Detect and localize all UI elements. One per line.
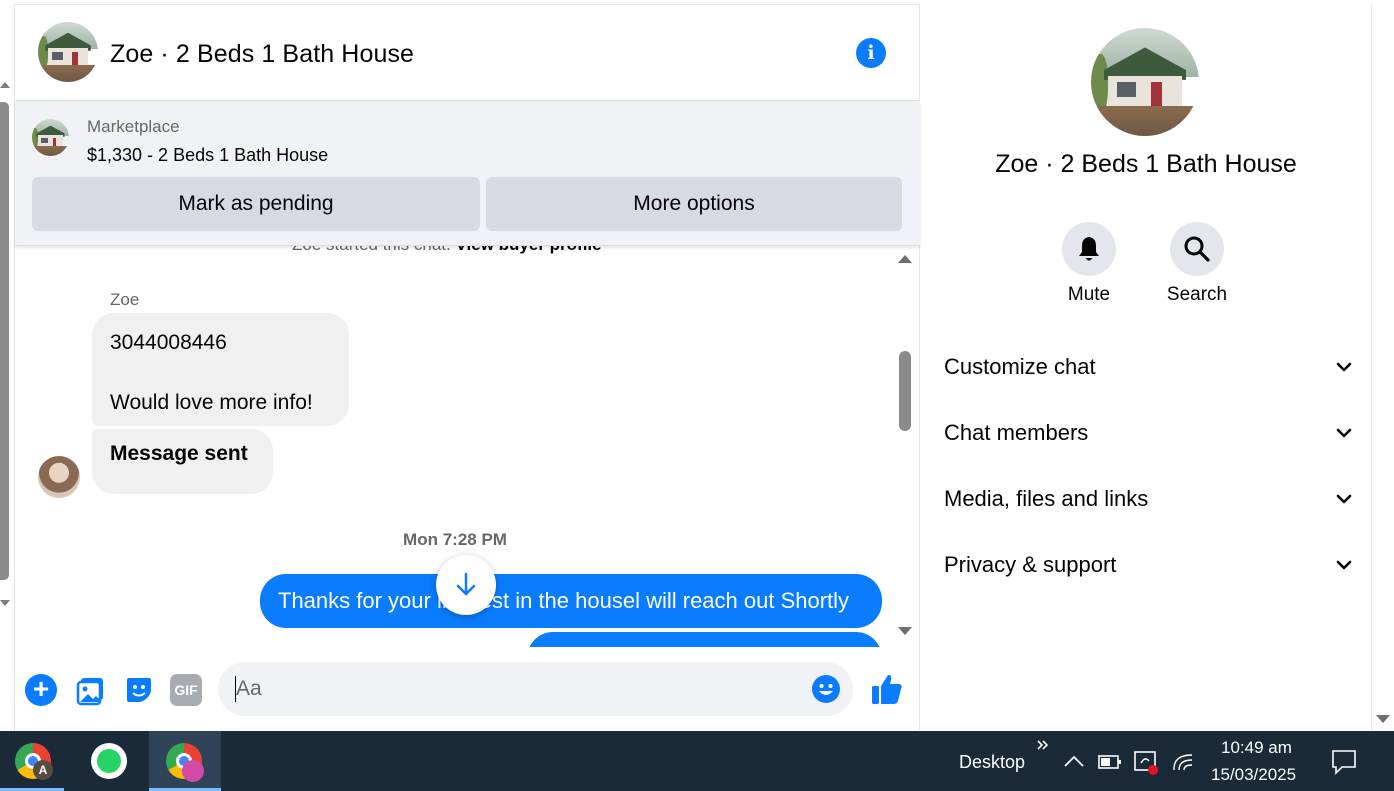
sender-avatar[interactable] <box>38 456 80 498</box>
scroll-down-arrow[interactable] <box>0 600 10 606</box>
section-label: Privacy & support <box>944 552 1117 577</box>
display-icon[interactable] <box>1133 750 1161 776</box>
chat-header: Zoe · 2 Beds 1 Bath House i <box>15 5 920 101</box>
marketplace-label: Marketplace <box>87 117 180 136</box>
mark-as-pending-button[interactable]: Mark as pending <box>32 177 480 231</box>
photo-icon[interactable] <box>75 674 107 706</box>
messages-scrollbar[interactable] <box>895 255 915 643</box>
section-label: Chat members <box>944 420 1089 445</box>
scroll-thumb[interactable] <box>0 102 9 580</box>
listing-thumbnail[interactable] <box>32 119 69 156</box>
arrow-down-icon <box>456 572 476 596</box>
chat-members-section[interactable]: Chat members <box>944 413 1354 453</box>
message-list: Zoe started this chat. View buyer profil… <box>15 243 920 647</box>
whatsapp-icon <box>91 743 127 779</box>
outgoing-message[interactable]: Thanks for your interest in the housel w… <box>260 574 882 628</box>
screen: Zoe · 2 Beds 1 Bath House i Marketplace … <box>0 0 1394 791</box>
page-scrollbar[interactable] <box>0 80 12 610</box>
double-chevron-icon[interactable] <box>1036 739 1050 751</box>
plus-icon[interactable]: + <box>25 674 57 706</box>
message-timestamp: Mon 7:28 PM <box>403 530 507 549</box>
scroll-down-arrow[interactable] <box>898 627 912 635</box>
taskbar-chrome-profile-a[interactable]: A <box>0 731 64 791</box>
message-input[interactable] <box>218 662 853 716</box>
wifi-icon[interactable] <box>1172 752 1196 772</box>
sender-name: Zoe <box>110 290 140 309</box>
battery-icon[interactable] <box>1098 754 1122 770</box>
privacy-support-section[interactable]: Privacy & support <box>944 545 1354 585</box>
scroll-down-arrow[interactable] <box>1376 715 1390 723</box>
media-files-links-section[interactable]: Media, files and links <box>944 479 1354 519</box>
message-text: Thanks for your interest in the housel w… <box>278 588 850 613</box>
message-text: Message sent <box>110 442 248 465</box>
customize-chat-section[interactable]: Customize chat <box>944 347 1354 387</box>
clock-time[interactable]: 10:49 am <box>1221 738 1292 758</box>
marketplace-banner: Marketplace $1,330 - 2 Beds 1 Bath House… <box>15 101 920 246</box>
search-label: Search <box>1166 284 1228 305</box>
search-button[interactable]: Search <box>1157 222 1237 306</box>
bell-icon <box>1079 237 1099 261</box>
message-line: 3044008446 <box>110 331 227 354</box>
search-icon <box>1184 236 1210 262</box>
scroll-thumb[interactable] <box>899 351 911 431</box>
chat-panel: Zoe · 2 Beds 1 Bath House i Marketplace … <box>14 4 920 731</box>
message-line: Would love more info! <box>110 391 313 414</box>
chevron-down-icon <box>1336 428 1352 438</box>
taskbar-chrome-profile-b[interactable] <box>149 731 221 791</box>
chat-title[interactable]: Zoe · 2 Beds 1 Bath House <box>110 40 414 69</box>
desktop-toolbar-label[interactable]: Desktop <box>959 752 1025 773</box>
like-icon[interactable] <box>870 672 904 706</box>
profile-badge: A <box>33 760 53 780</box>
taskbar-whatsapp[interactable] <box>76 731 140 791</box>
notifications-icon[interactable] <box>1330 748 1358 776</box>
taskbar: A Desktop 10:49 am 15/03/2025 <box>0 731 1394 791</box>
profile-badge <box>182 760 204 782</box>
mute-button[interactable]: Mute <box>1049 222 1129 306</box>
section-label: Media, files and links <box>944 486 1149 511</box>
outgoing-message[interactable] <box>527 632 882 647</box>
info-icon[interactable]: i <box>856 38 886 68</box>
chat-avatar[interactable] <box>38 22 98 82</box>
chevron-down-icon <box>1336 362 1352 372</box>
chevron-down-icon <box>1336 560 1352 570</box>
profile-avatar[interactable] <box>1091 28 1199 136</box>
show-hidden-icons-icon[interactable] <box>1063 753 1085 769</box>
clock-date[interactable]: 15/03/2025 <box>1211 765 1296 785</box>
scroll-up-arrow[interactable] <box>0 82 10 88</box>
window-scrollbar[interactable] <box>1371 4 1394 731</box>
scroll-up-arrow[interactable] <box>898 255 912 263</box>
section-label: Customize chat <box>944 354 1096 379</box>
gif-icon[interactable]: GIF <box>170 674 202 706</box>
mute-label: Mute <box>1067 284 1111 305</box>
incoming-message[interactable]: Message sent <box>92 429 273 494</box>
text-caret <box>235 676 236 702</box>
emoji-icon[interactable] <box>811 674 841 704</box>
listing-title[interactable]: $1,330 - 2 Beds 1 Bath House <box>87 145 328 166</box>
composer: + GIF <box>15 647 920 732</box>
scroll-to-bottom-button[interactable] <box>436 555 496 615</box>
sticker-icon[interactable] <box>123 674 155 706</box>
more-options-button[interactable]: More options <box>486 177 902 231</box>
chat-info-panel: Zoe · 2 Beds 1 Bath House Mute Search Cu… <box>921 4 1371 731</box>
profile-name: Zoe · 2 Beds 1 Bath House <box>995 150 1297 178</box>
chevron-down-icon <box>1336 494 1352 504</box>
incoming-message[interactable]: 3044008446 Would love more info! <box>92 313 349 426</box>
